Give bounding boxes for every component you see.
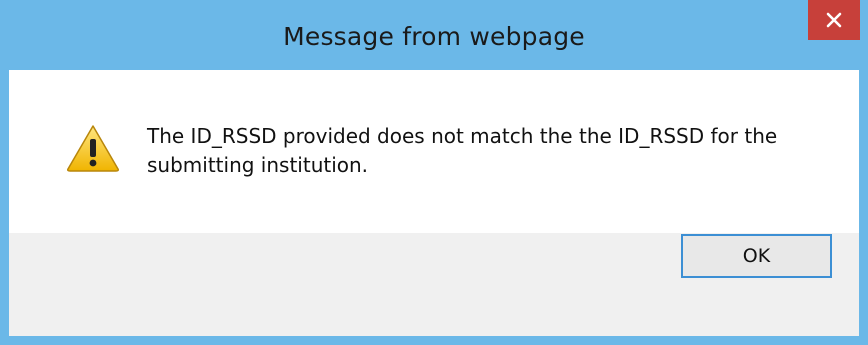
dialog-message: The ID_RSSD provided does not match the … [147,124,778,177]
warning-icon [67,125,119,172]
title-bar[interactable]: Message from webpage [0,0,868,80]
dialog-footer: OK [9,233,859,336]
message-dialog: Message from webpage The ID_RSSD provide… [0,0,868,345]
close-button[interactable] [808,0,860,40]
dialog-title: Message from webpage [283,22,585,51]
dialog-content: The ID_RSSD provided does not match the … [9,70,859,233]
ok-button[interactable]: OK [681,234,832,278]
close-icon [826,12,842,28]
